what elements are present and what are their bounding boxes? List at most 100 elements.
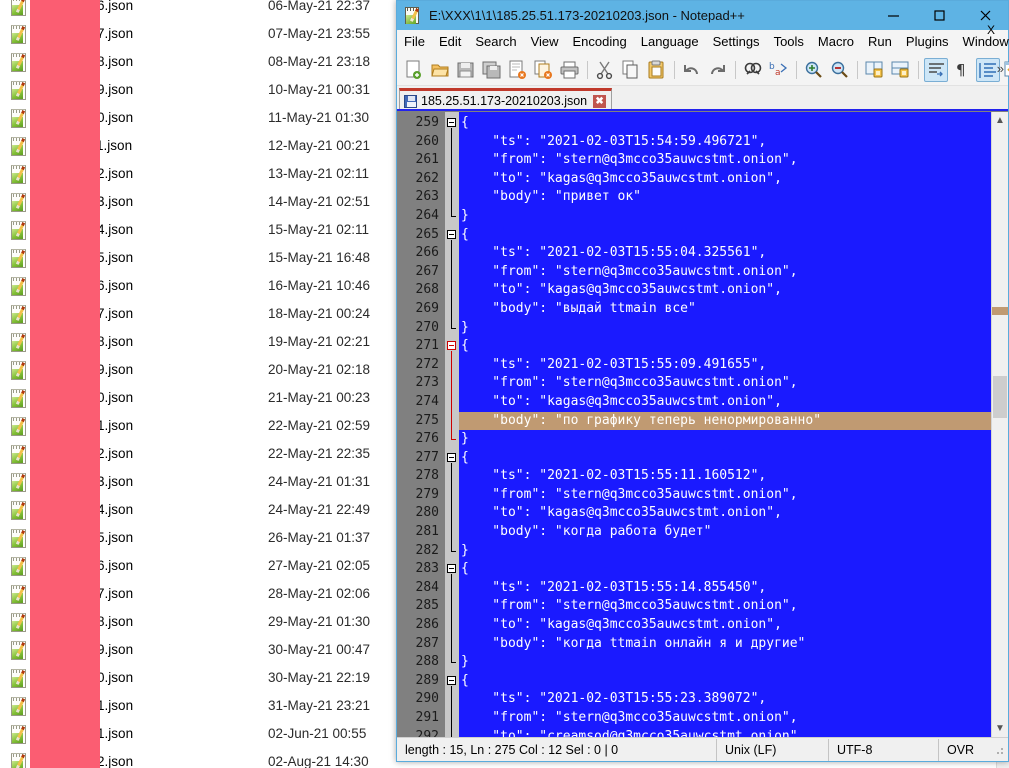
code-line[interactable]: { <box>459 672 991 691</box>
fold-collapse-icon[interactable] <box>447 452 456 462</box>
code-line[interactable]: } <box>459 430 991 449</box>
code-line[interactable]: "to": "kagas@q3mcco35auwcstmt.onion", <box>459 170 991 189</box>
screen: -20210506.json06-May-21 22:37-20210507.j… <box>0 0 1009 768</box>
code-line[interactable]: "body": "привет ок" <box>459 188 991 207</box>
code-line[interactable]: { <box>459 449 991 468</box>
show-all-chars-icon[interactable]: ¶ <box>950 58 974 82</box>
code-line[interactable]: } <box>459 207 991 226</box>
tab-active-document[interactable]: 185.25.51.173-20210203.json ✖ <box>399 88 613 111</box>
undo-icon[interactable] <box>680 58 704 82</box>
sync-vertical-icon[interactable] <box>863 58 887 82</box>
code-line[interactable]: "ts": "2021-02-03T15:55:14.855450", <box>459 579 991 598</box>
scroll-down-arrow-icon[interactable]: ▼ <box>992 720 1008 737</box>
code-line[interactable]: "to": "kagas@q3mcco35auwcstmt.onion", <box>459 393 991 412</box>
code-line[interactable]: "from": "stern@q3mcco35auwcstmt.onion", <box>459 597 991 616</box>
status-insert-mode[interactable]: OVR <box>939 739 989 761</box>
code-line[interactable]: "body": "выдай ttmain все" <box>459 300 991 319</box>
code-line[interactable]: "ts": "2021-02-03T15:55:23.389072", <box>459 690 991 709</box>
paste-icon[interactable] <box>645 58 669 82</box>
code-line[interactable]: "from": "stern@q3mcco35auwcstmt.onion", <box>459 151 991 170</box>
new-file-icon[interactable] <box>402 58 426 82</box>
code-line[interactable]: { <box>459 560 991 579</box>
close-file-icon[interactable] <box>506 58 530 82</box>
tab-bar[interactable]: 185.25.51.173-20210203.json ✖ <box>397 86 1008 111</box>
code-line[interactable]: "body": "когда работа будет" <box>459 523 991 542</box>
maximize-button[interactable] <box>916 1 962 30</box>
scrollbar-thumb[interactable] <box>993 376 1007 418</box>
code-text-area[interactable]: { "ts": "2021-02-03T15:54:59.496721", "f… <box>459 112 991 737</box>
file-date-modified: 21-May-21 00:23 <box>268 390 371 405</box>
code-line[interactable]: { <box>459 337 991 356</box>
toolbar[interactable]: b a ¶ » <box>397 54 1009 86</box>
editor-area[interactable]: 259 260 261 262 263 264 265 266 267 268 269 270 271 2… <box>397 111 1008 737</box>
code-line[interactable]: "to": "kagas@q3mcco35auwcstmt.onion", <box>459 616 991 635</box>
code-folding-margin[interactable] <box>445 112 459 737</box>
editor-vertical-scrollbar[interactable]: ▲ ▼ <box>991 112 1008 737</box>
replace-icon[interactable]: ba <box>767 58 791 82</box>
cut-icon[interactable] <box>593 58 617 82</box>
menu-item-encoding[interactable]: Encoding <box>566 32 634 51</box>
find-icon[interactable] <box>741 58 765 82</box>
code-line-highlighted[interactable]: "body": "по графику теперь ненормированн… <box>459 411 991 431</box>
status-eol-format[interactable]: Unix (LF) <box>717 738 829 761</box>
fold-collapse-icon[interactable] <box>447 341 456 351</box>
resize-grip[interactable] <box>993 743 1005 756</box>
menu-bar[interactable]: File Edit Search View Encoding Language Settin… <box>397 30 1009 54</box>
toolbar-overflow-chevron[interactable]: » <box>997 61 1004 76</box>
redo-icon[interactable] <box>706 58 730 82</box>
menu-item-language[interactable]: Language <box>634 32 706 51</box>
zoom-in-icon[interactable] <box>802 58 826 82</box>
code-line[interactable]: "ts": "2021-02-03T15:55:09.491655", <box>459 356 991 375</box>
copy-icon[interactable] <box>619 58 643 82</box>
code-line[interactable]: "from": "stern@q3mcco35auwcstmt.onion", <box>459 263 991 282</box>
code-line[interactable]: { <box>459 226 991 245</box>
fold-collapse-icon[interactable] <box>447 118 456 127</box>
menu-item-macro[interactable]: Macro <box>811 32 861 51</box>
menu-item-tools[interactable]: Tools <box>767 32 811 51</box>
code-line[interactable]: "to": "creamsod@q3mcco35auwcstmt.onion", <box>459 728 991 737</box>
menu-item-plugins[interactable]: Plugins <box>899 32 956 51</box>
status-encoding[interactable]: UTF-8 <box>829 738 939 761</box>
close-document-x[interactable]: X <box>987 23 995 37</box>
menu-item-run[interactable]: Run <box>861 32 899 51</box>
json-file-icon <box>8 556 30 577</box>
word-wrap-icon[interactable] <box>924 57 948 82</box>
code-line[interactable]: } <box>459 653 991 672</box>
json-file-icon <box>8 0 30 17</box>
title-bar[interactable]: E:\XXX\1\1\185.25.51.173-20210203.json -… <box>397 1 1008 30</box>
code-line[interactable]: "to": "kagas@q3mcco35auwcstmt.onion", <box>459 281 991 300</box>
code-line[interactable]: "from": "stern@q3mcco35auwcstmt.onion", <box>459 709 991 728</box>
menu-item-file[interactable]: File <box>397 32 432 51</box>
sync-horizontal-icon[interactable] <box>889 58 913 82</box>
close-button[interactable] <box>962 1 1008 30</box>
code-line[interactable]: "from": "stern@q3mcco35auwcstmt.onion", <box>459 486 991 505</box>
save-icon[interactable] <box>454 58 478 82</box>
code-line[interactable]: } <box>459 542 991 561</box>
file-date-modified: 06-May-21 22:37 <box>268 0 371 13</box>
code-line[interactable]: } <box>459 319 991 338</box>
code-line[interactable]: "ts": "2021-02-03T15:55:11.160512", <box>459 467 991 486</box>
zoom-out-icon[interactable] <box>828 58 852 82</box>
menu-item-settings[interactable]: Settings <box>706 32 767 51</box>
code-line[interactable]: "from": "stern@q3mcco35auwcstmt.onion", <box>459 374 991 393</box>
open-file-icon[interactable] <box>428 58 452 82</box>
code-line[interactable]: "ts": "2021-02-03T15:54:59.496721", <box>459 133 991 152</box>
fold-collapse-icon[interactable] <box>447 229 456 239</box>
code-line[interactable]: "to": "kagas@q3mcco35auwcstmt.onion", <box>459 504 991 523</box>
print-icon[interactable] <box>558 58 582 82</box>
code-line[interactable]: "ts": "2021-02-03T15:55:04.325561", <box>459 244 991 263</box>
fold-collapse-icon[interactable] <box>447 564 456 574</box>
minimize-button[interactable] <box>870 1 916 30</box>
fold-collapse-icon[interactable] <box>447 676 456 685</box>
menu-item-window[interactable]: Window <box>956 32 1009 51</box>
code-line[interactable]: { <box>459 114 991 133</box>
code-line[interactable]: "body": "когда ttmain онлайн я и другие" <box>459 635 991 654</box>
tab-close-icon[interactable]: ✖ <box>593 94 607 108</box>
window-title: E:\XXX\1\1\185.25.51.173-20210203.json -… <box>429 8 745 23</box>
save-all-icon[interactable] <box>480 58 504 82</box>
menu-item-search[interactable]: Search <box>468 32 523 51</box>
close-all-icon[interactable] <box>532 58 556 82</box>
scroll-up-arrow-icon[interactable]: ▲ <box>992 112 1008 129</box>
menu-item-view[interactable]: View <box>524 32 566 51</box>
menu-item-edit[interactable]: Edit <box>432 32 468 51</box>
